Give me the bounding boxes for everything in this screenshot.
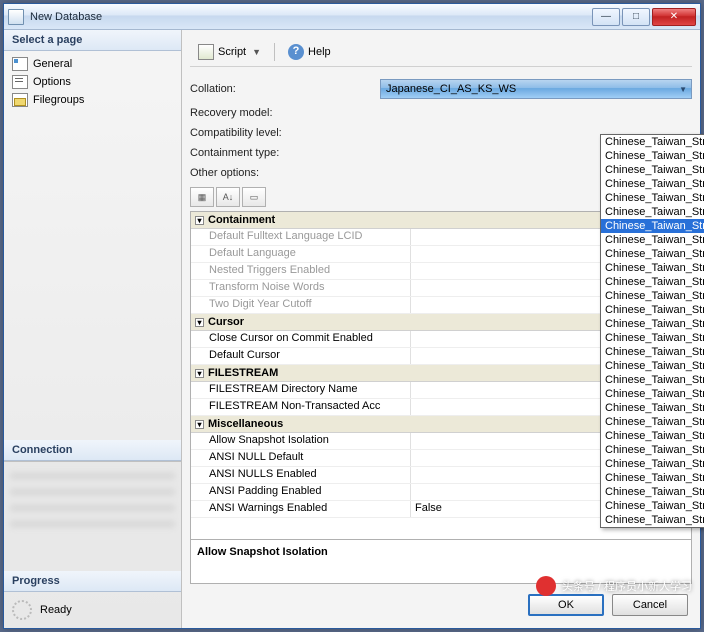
dropdown-item[interactable]: Chinese_Taiwan_Stroke_90_CS_AS_KS bbox=[601, 233, 704, 247]
page-icon bbox=[12, 57, 28, 71]
script-icon bbox=[198, 44, 214, 60]
help-icon: ? bbox=[288, 44, 304, 60]
connection-area bbox=[4, 461, 181, 571]
progress-header: Progress bbox=[4, 571, 181, 592]
titlebar[interactable]: New Database — □ ✕ bbox=[4, 4, 700, 30]
close-button[interactable]: ✕ bbox=[652, 8, 696, 26]
property-key: ANSI NULLS Enabled bbox=[191, 467, 411, 483]
dropdown-item[interactable]: Chinese_Taiwan_Stroke_BIN2 bbox=[601, 345, 704, 359]
script-button[interactable]: Script▼ bbox=[192, 42, 267, 62]
property-key: Default Fulltext Language LCID bbox=[191, 229, 411, 245]
view-categorized-button[interactable]: ▦ bbox=[190, 187, 214, 207]
dropdown-item[interactable]: Chinese_Taiwan_Stroke_CI_AS_WS bbox=[601, 457, 704, 471]
dropdown-item[interactable]: Chinese_Taiwan_Stroke_90_CS_AI_KS_WS_SC bbox=[601, 163, 704, 177]
page-general[interactable]: General bbox=[4, 55, 181, 73]
dropdown-item[interactable]: Chinese_Taiwan_Stroke_CS_AI_WS bbox=[601, 513, 704, 527]
dropdown-item[interactable]: Chinese_Taiwan_Stroke_CI_AS_KS_WS bbox=[601, 443, 704, 457]
dropdown-item[interactable]: Chinese_Taiwan_Stroke_90_CS_AI_KS_SC bbox=[601, 135, 704, 149]
other-options-label: Other options: bbox=[190, 167, 380, 179]
view-pages-button[interactable]: ▭ bbox=[242, 187, 266, 207]
separator bbox=[274, 43, 275, 61]
page-icon bbox=[12, 75, 28, 89]
watermark: 头条号 / 程序员小新人学习 bbox=[536, 576, 692, 596]
dropdown-item[interactable]: Chinese_Taiwan_Stroke_CI_AI_WS bbox=[601, 401, 704, 415]
dropdown-item[interactable]: Chinese_Taiwan_Stroke_90_CS_AI_WS bbox=[601, 191, 704, 205]
property-key: Nested Triggers Enabled bbox=[191, 263, 411, 279]
dropdown-item[interactable]: Chinese_Taiwan_Stroke_90_CS_AS_WS bbox=[601, 303, 704, 317]
toolbar: Script▼ ?Help bbox=[190, 38, 692, 67]
dropdown-item[interactable]: Chinese_Taiwan_Stroke_90_CS_AS bbox=[601, 219, 704, 233]
page-options[interactable]: Options bbox=[4, 73, 181, 91]
dropdown-item[interactable]: Chinese_Taiwan_Stroke_90_CS_AS_KS_SC bbox=[601, 247, 704, 261]
dropdown-item[interactable]: Chinese_Taiwan_Stroke_CS_AI_KS bbox=[601, 485, 704, 499]
collation-label: Collation: bbox=[190, 83, 380, 95]
ok-button[interactable]: OK bbox=[528, 594, 604, 616]
progress-status: Ready bbox=[40, 604, 72, 616]
containment-label: Containment type: bbox=[190, 147, 380, 159]
help-button[interactable]: ?Help bbox=[282, 42, 337, 62]
dropdown-item[interactable]: Chinese_Taiwan_Stroke_90_CS_AI_SC bbox=[601, 177, 704, 191]
left-panel: Select a page General Options Filegroups… bbox=[4, 30, 182, 628]
collapse-icon[interactable]: ▾ bbox=[195, 318, 204, 327]
compat-label: Compatibility level: bbox=[190, 127, 380, 139]
dialog-window: New Database — □ ✕ Select a page General… bbox=[3, 3, 701, 629]
right-panel: Script▼ ?Help Collation:Japanese_CI_AS_K… bbox=[182, 30, 700, 628]
minimize-button[interactable]: — bbox=[592, 8, 620, 26]
collapse-icon[interactable]: ▾ bbox=[195, 216, 204, 225]
collation-dropdown-list[interactable]: Chinese_Taiwan_Stroke_90_CS_AI_KS_SCChin… bbox=[600, 134, 704, 528]
dropdown-item[interactable]: Chinese_Taiwan_Stroke_BIN bbox=[601, 331, 704, 345]
property-key: Default Cursor bbox=[191, 348, 411, 364]
property-key: FILESTREAM Directory Name bbox=[191, 382, 411, 398]
chevron-down-icon: ▼ bbox=[252, 47, 261, 57]
dropdown-item[interactable]: Chinese_Taiwan_Stroke_90_CS_AI_WS_SC bbox=[601, 205, 704, 219]
cancel-button[interactable]: Cancel bbox=[612, 594, 688, 616]
property-key: Transform Noise Words bbox=[191, 280, 411, 296]
property-key: ANSI NULL Default bbox=[191, 450, 411, 466]
recovery-label: Recovery model: bbox=[190, 107, 380, 119]
progress-area: Ready bbox=[4, 592, 181, 628]
dropdown-item[interactable]: Chinese_Taiwan_Stroke_90_CS_AI_KS_WS bbox=[601, 149, 704, 163]
view-alphabetical-button[interactable]: A↓ bbox=[216, 187, 240, 207]
spinner-icon bbox=[12, 600, 32, 620]
collapse-icon[interactable]: ▾ bbox=[195, 420, 204, 429]
property-key: Two Digit Year Cutoff bbox=[191, 297, 411, 313]
dropdown-item[interactable]: Chinese_Taiwan_Stroke_CI_AS bbox=[601, 415, 704, 429]
property-key: Close Cursor on Commit Enabled bbox=[191, 331, 411, 347]
maximize-button[interactable]: □ bbox=[622, 8, 650, 26]
property-key: ANSI Warnings Enabled bbox=[191, 501, 411, 517]
dropdown-item[interactable]: Chinese_Taiwan_Stroke_90_CS_AS_SC bbox=[601, 289, 704, 303]
dropdown-item[interactable]: Chinese_Taiwan_Stroke_CS_AI_KS_WS bbox=[601, 499, 704, 513]
dropdown-item[interactable]: Chinese_Taiwan_Stroke_90_CS_AS_KS_WS_SC bbox=[601, 275, 704, 289]
property-key: Allow Snapshot Isolation bbox=[191, 433, 411, 449]
property-key: ANSI Padding Enabled bbox=[191, 484, 411, 500]
property-key: FILESTREAM Non-Transacted Acc bbox=[191, 399, 411, 415]
app-icon bbox=[8, 9, 24, 25]
dropdown-item[interactable]: Chinese_Taiwan_Stroke_CS_AS bbox=[601, 527, 704, 528]
watermark-logo-icon bbox=[536, 576, 556, 596]
collation-combo[interactable]: Japanese_CI_AS_KS_WS bbox=[380, 79, 692, 99]
dropdown-item[interactable]: Chinese_Taiwan_Stroke_90_CS_AS_WS_SC bbox=[601, 317, 704, 331]
page-filegroups[interactable]: Filegroups bbox=[4, 91, 181, 109]
window-title: New Database bbox=[30, 11, 592, 23]
collapse-icon[interactable]: ▾ bbox=[195, 369, 204, 378]
connection-header: Connection bbox=[4, 440, 181, 461]
dropdown-item[interactable]: Chinese_Taiwan_Stroke_CI_AI_KS bbox=[601, 373, 704, 387]
dropdown-item[interactable]: Chinese_Taiwan_Stroke_90_CS_AS_KS_WS bbox=[601, 261, 704, 275]
select-page-header: Select a page bbox=[4, 30, 181, 51]
dropdown-item[interactable]: Chinese_Taiwan_Stroke_CI_AS_KS bbox=[601, 429, 704, 443]
property-key: Default Language bbox=[191, 246, 411, 262]
page-icon bbox=[12, 93, 28, 107]
dropdown-item[interactable]: Chinese_Taiwan_Stroke_CI_AI_KS_WS bbox=[601, 387, 704, 401]
dropdown-item[interactable]: Chinese_Taiwan_Stroke_CS_AI bbox=[601, 471, 704, 485]
dropdown-item[interactable]: Chinese_Taiwan_Stroke_CI_AI bbox=[601, 359, 704, 373]
